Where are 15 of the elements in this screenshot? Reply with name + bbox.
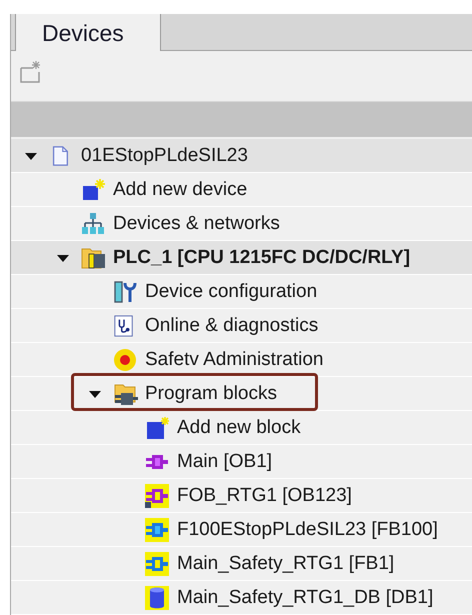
tab[interactable]: Devices [15, 14, 161, 51]
add-block-icon [145, 416, 171, 440]
database-icon [145, 586, 169, 610]
add-device-icon [81, 178, 107, 202]
emergency-stop-icon [113, 348, 137, 372]
network-icon [81, 212, 105, 236]
block-icon [145, 552, 169, 576]
tree-item[interactable]: 01EStopPLdeSIL23 [11, 139, 472, 173]
block-icon [145, 518, 169, 542]
block-folder-icon [113, 382, 139, 406]
stethoscope-icon [113, 314, 135, 338]
device-tool-icon [113, 280, 137, 304]
tree-item[interactable]: PLC_1 [CPU 1215FC DC/DC/RLY] [11, 241, 472, 275]
folder-icon [81, 246, 107, 270]
block-icon [145, 484, 169, 508]
